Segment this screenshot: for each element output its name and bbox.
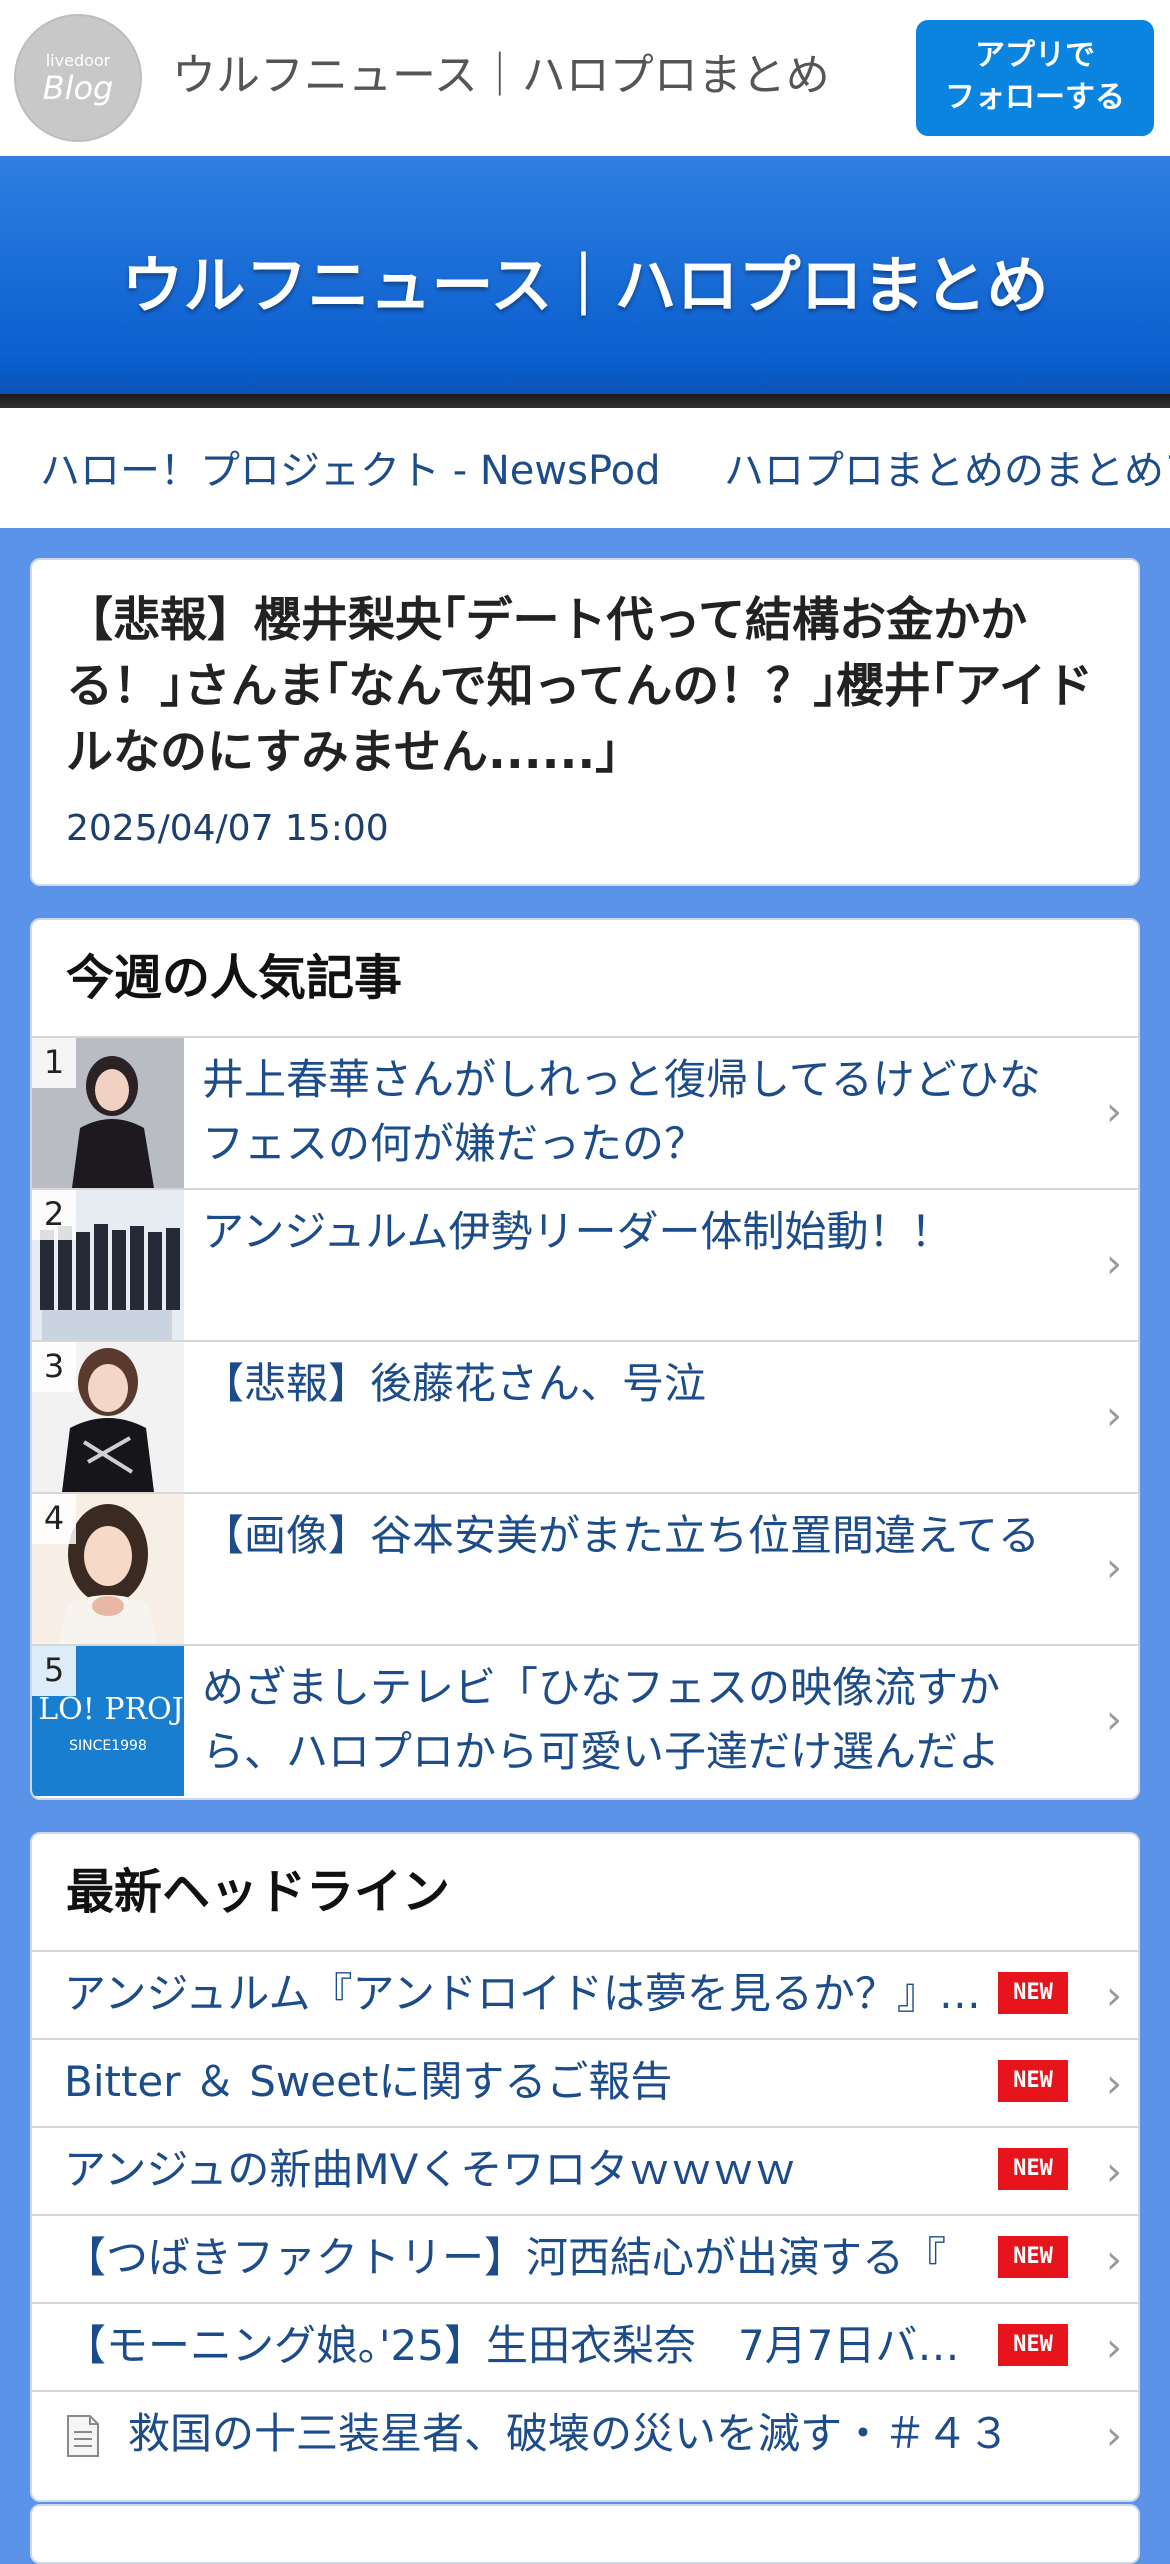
livedoor-blog-logo[interactable]: livedoor Blog: [14, 14, 142, 142]
related-link-newspod[interactable]: ハロー！プロジェクト - NewsPod: [40, 446, 661, 496]
chevron-right-icon: ›: [1106, 1697, 1122, 1743]
headline-row[interactable]: アンジュの新曲MVくそワロタｗｗｗｗ NEW ›: [32, 2126, 1138, 2214]
ranking-title[interactable]: 【画像】谷本安美がまた立ち位置間違えてる: [202, 1504, 1082, 1568]
blog-banner[interactable]: ウルフニュース｜ハロプロまとめ: [0, 156, 1170, 394]
chevron-right-icon: ›: [1106, 2413, 1122, 2459]
related-link-matome[interactable]: ハロプロまとめのまとめア: [724, 446, 1170, 496]
headline-title[interactable]: アンジュの新曲MVくそワロタｗｗｗｗ: [64, 2140, 984, 2200]
rank-number: 1: [32, 1038, 76, 1088]
logo-big-text: Blog: [42, 69, 114, 107]
headline-title[interactable]: アンジュルム『アンドロイドは夢を見るか？』MV: [64, 1964, 984, 2024]
ranking-title[interactable]: 井上春華さんがしれっと復帰してるけどひなフェスの何が嫌だったの？: [202, 1048, 1082, 1176]
chevron-right-icon: ›: [1106, 1241, 1122, 1287]
popular-articles-card: 今週の人気記事 1 井上春華さんがしれっと復帰してるけどひなフェスの何が嫌だった…: [30, 918, 1140, 1800]
chevron-right-icon: ›: [1106, 1545, 1122, 1591]
latest-headlines-card: 最新ヘッドライン アンジュルム『アンドロイドは夢を見るか？』MV NEW › B…: [30, 1832, 1140, 2502]
ranking-row[interactable]: 2 アンジュルム伊勢リーダー体制始動！！ ›: [32, 1188, 1138, 1340]
site-title[interactable]: ウルフニュース｜ハロプロまとめ: [172, 46, 830, 106]
rank-number: 2: [32, 1190, 76, 1240]
new-badge: NEW: [998, 2236, 1068, 2278]
article-date: 2025/04/07 15:00: [66, 808, 389, 849]
ranking-row[interactable]: 1 井上春華さんがしれっと復帰してるけどひなフェスの何が嫌だったの？ ›: [32, 1036, 1138, 1188]
article-title[interactable]: 【悲報】櫻井梨央｢デート代って結構お金かかる！｣さんま｢なんで知ってんの！？｣櫻…: [66, 588, 1106, 786]
headline-row[interactable]: Bitter ＆ Sweetに関するご報告 NEW ›: [32, 2038, 1138, 2126]
chevron-right-icon: ›: [1106, 2149, 1122, 2195]
new-badge: NEW: [998, 2148, 1068, 2190]
follow-button-line2: フォローする: [945, 80, 1125, 115]
headline-title[interactable]: Bitter ＆ Sweetに関するご報告: [64, 2052, 984, 2112]
logo-small-text: livedoor: [45, 51, 111, 70]
follow-in-app-button[interactable]: アプリで フォローする: [916, 20, 1154, 136]
headline-row[interactable]: 救国の十三装星者、破壊の災いを滅す・＃４３ ›: [32, 2390, 1138, 2478]
headline-row[interactable]: 【つばきファクトリー】河西結心が出演する『 NEW ›: [32, 2214, 1138, 2302]
new-badge: NEW: [998, 1972, 1068, 2014]
related-links-strip[interactable]: ハロー！プロジェクト - NewsPod ハロプロまとめのまとめア: [0, 408, 1170, 528]
rank-number: 5: [32, 1646, 76, 1696]
latest-headlines-heading: 最新ヘッドライン: [66, 1864, 451, 1920]
headline-row[interactable]: アンジュルム『アンドロイドは夢を見るか？』MV NEW ›: [32, 1950, 1138, 2038]
thumbnail-logo-subtext: SINCE1998: [69, 1738, 147, 1754]
popular-articles-heading: 今週の人気記事: [66, 950, 403, 1006]
thumbnail-logo-text: LO! PROJ: [38, 1692, 184, 1727]
ranking-title[interactable]: めざましテレビ「ひなフェスの映像流すから、ハロプロから可愛い子達だけ選んだよ～！…: [202, 1656, 1082, 1798]
headline-title[interactable]: 【モーニング娘｡'25】生田衣梨奈 7月7日バースデー: [64, 2316, 984, 2376]
chevron-right-icon: ›: [1106, 1089, 1122, 1135]
chevron-right-icon: ›: [1106, 2237, 1122, 2283]
chevron-right-icon: ›: [1106, 1393, 1122, 1439]
new-badge: NEW: [998, 2324, 1068, 2366]
ranking-row[interactable]: LO! PROJ SINCE1998 5 めざましテレビ「ひなフェスの映像流すか…: [32, 1644, 1138, 1798]
ranking-row[interactable]: 3 【悲報】後藤花さん、号泣 ›: [32, 1340, 1138, 1492]
headline-row[interactable]: 【モーニング娘｡'25】生田衣梨奈 7月7日バースデー NEW ›: [32, 2302, 1138, 2390]
ranking-title[interactable]: 【悲報】後藤花さん、号泣: [202, 1352, 1082, 1416]
banner-divider: [0, 394, 1170, 408]
new-badge: NEW: [998, 2060, 1068, 2102]
top-bar: livedoor Blog ウルフニュース｜ハロプロまとめ アプリで フォローす…: [0, 0, 1170, 156]
chevron-right-icon: ›: [1106, 2325, 1122, 2371]
chevron-right-icon: ›: [1106, 1973, 1122, 2019]
document-icon: [66, 2414, 100, 2458]
headline-title[interactable]: 【つばきファクトリー】河西結心が出演する『: [64, 2228, 984, 2288]
rank-number: 4: [32, 1494, 76, 1544]
chevron-right-icon: ›: [1106, 2061, 1122, 2107]
banner-title[interactable]: ウルフニュース｜ハロプロまとめ: [0, 246, 1170, 326]
next-card-partial: [30, 2504, 1140, 2564]
article-card: 【悲報】櫻井梨央｢デート代って結構お金かかる！｣さんま｢なんで知ってんの！？｣櫻…: [30, 558, 1140, 886]
follow-button-line1: アプリで: [975, 38, 1095, 73]
ranking-title[interactable]: アンジュルム伊勢リーダー体制始動！！: [202, 1200, 1082, 1264]
ranking-row[interactable]: 4 【画像】谷本安美がまた立ち位置間違えてる ›: [32, 1492, 1138, 1644]
headline-title[interactable]: 救国の十三装星者、破壊の災いを滅す・＃４３: [128, 2404, 1088, 2464]
rank-number: 3: [32, 1342, 76, 1392]
